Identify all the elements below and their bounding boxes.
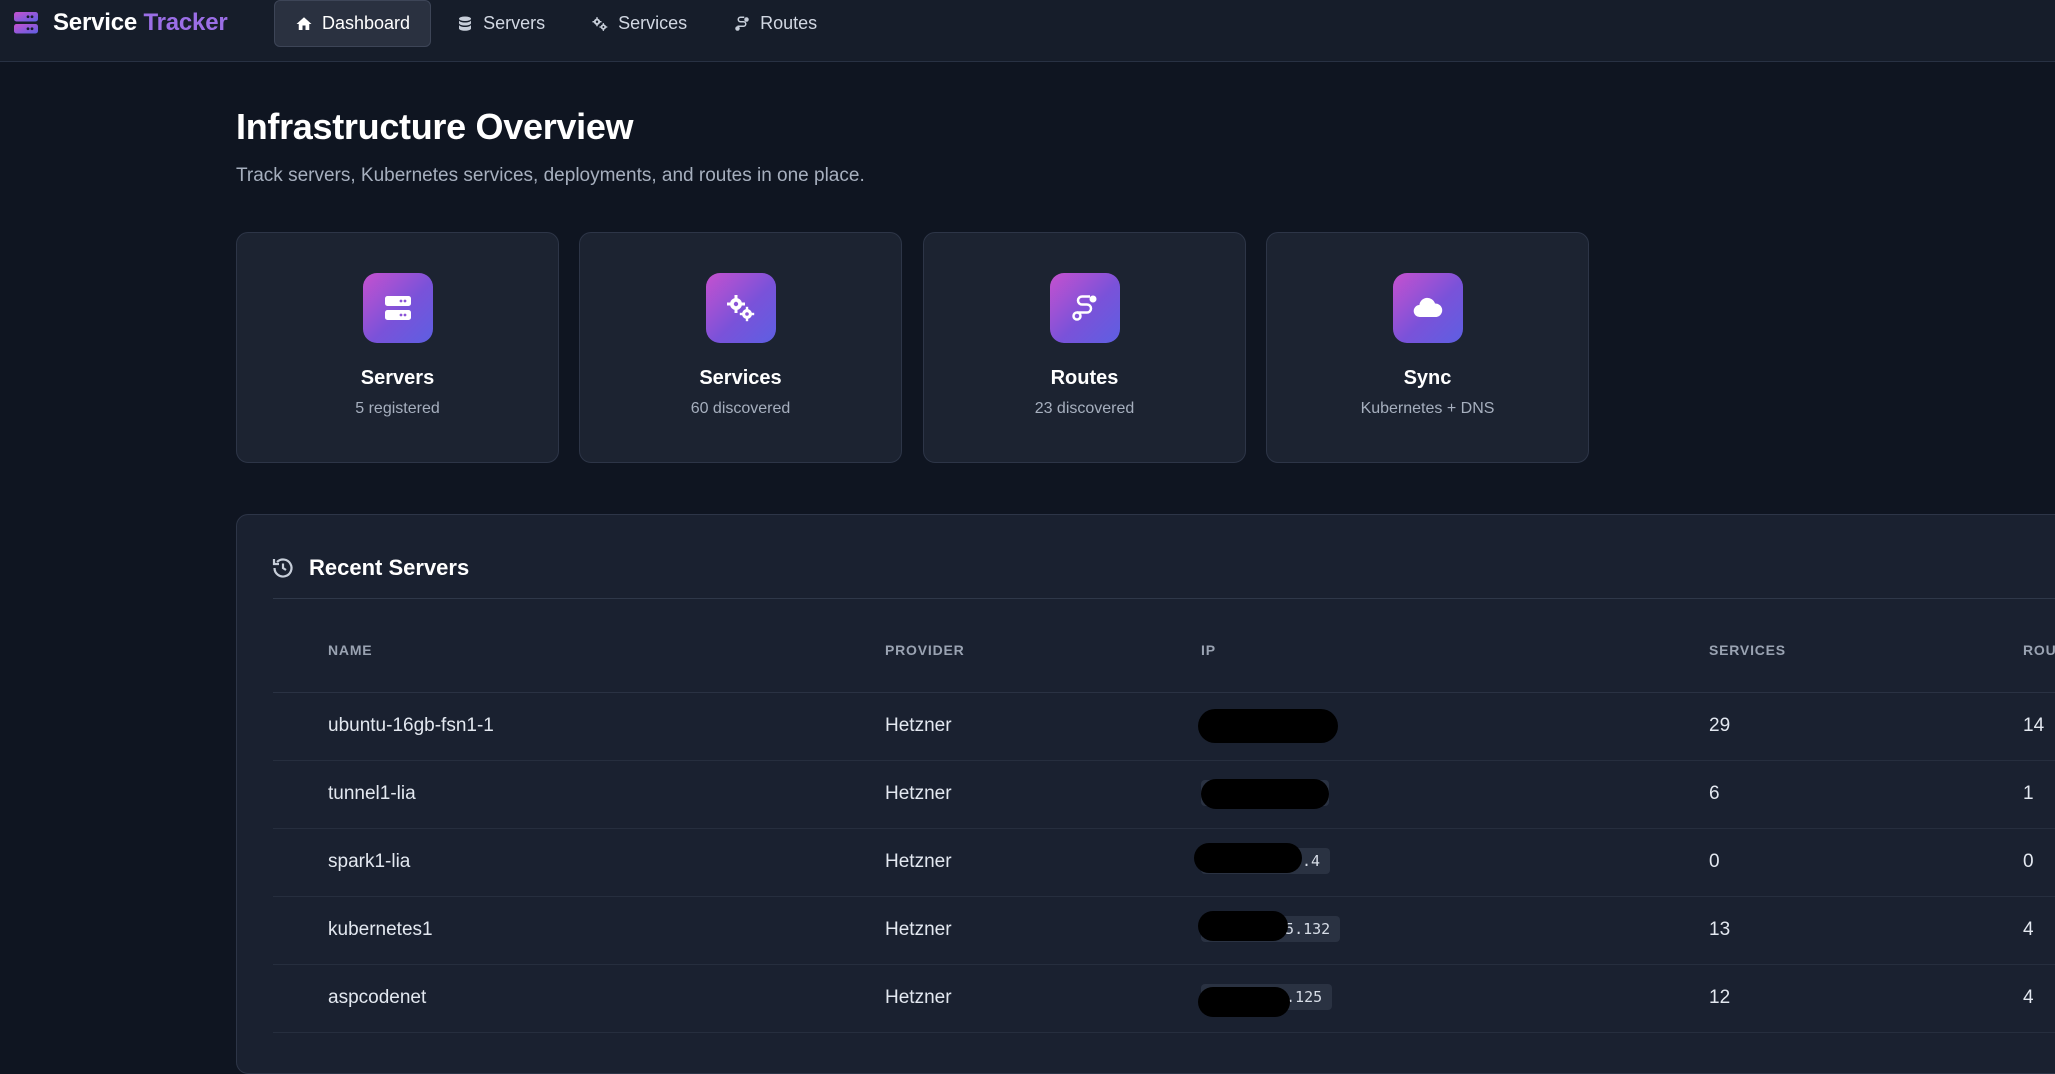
table-row[interactable]: spark1-lia Hetzner 0.4 0 0 [273,829,2055,897]
card-subtitle: 5 registered [355,400,440,417]
redaction-mark [1194,843,1302,873]
brand-logo[interactable]: Service Tracker [13,8,228,38]
column-header-routes[interactable]: ROUTES [2023,642,2055,658]
route-icon [1071,295,1096,321]
server-routes-count: 0 [2023,851,2034,872]
gears-icon [592,16,608,31]
table-header: NAME PROVIDER IP SERVICES ROUTES [273,630,2055,693]
card-icon-box [1392,273,1463,343]
server-routes-count: 4 [2023,987,2034,1008]
brand-name: Service Tracker [53,9,228,37]
server-provider: Hetzner [885,851,952,872]
nav-servers-label: Servers [483,13,546,33]
server-services-count: 0 [1709,851,1720,872]
server-services-count: 6 [1709,783,1720,804]
nav-routes[interactable]: Routes [712,0,838,47]
server-name[interactable]: tunnel1-lia [328,783,416,805]
redaction-mark [1198,987,1290,1017]
server-provider: Hetzner [885,715,952,736]
column-header-name[interactable]: NAME [328,642,372,658]
column-header-services[interactable]: SERVICES [1709,642,1786,658]
server-name[interactable]: spark1-lia [328,851,410,873]
nav-services[interactable]: Services [570,0,708,47]
card-subtitle: 60 discovered [690,400,791,417]
cloud-icon [1413,297,1442,318]
server-name[interactable]: ubuntu-16gb-fsn1-1 [328,715,494,737]
card-subtitle: Kubernetes + DNS [1360,400,1495,417]
route-icon [735,16,749,31]
server-services-count: 29 [1709,715,1731,736]
card-services[interactable]: Services 60 discovered [579,232,902,463]
redaction-mark [1201,779,1329,809]
server-services-count: 12 [1709,987,1731,1008]
panel-title: Recent Servers [309,555,470,580]
card-title: Servers [360,367,435,389]
home-icon [296,16,312,30]
brand-word-service: Service [53,9,138,36]
server-routes-count: 4 [2023,919,2034,940]
table-row[interactable]: ubuntu-16gb-fsn1-1 Hetzner 29 14 [273,693,2055,761]
card-icon-box [705,273,776,343]
server-services-count: 13 [1709,919,1731,940]
page-subtitle: Track servers, Kubernetes services, depl… [236,165,865,186]
redaction-mark [1198,709,1338,743]
main-nav: Dashboard Servers Services Routes [274,0,842,47]
brand-word-tracker: Tracker [143,9,228,36]
nav-routes-label: Routes [760,13,818,33]
card-icon-box [1049,273,1120,343]
card-servers[interactable]: Servers 5 registered [236,232,559,463]
server-provider: Hetzner [885,783,952,804]
table-row[interactable]: kubernetes1 Hetzner 145.132 13 4 [273,897,2055,965]
top-navigation-bar: Service Tracker Dashboard Servers Servic… [0,0,2055,62]
column-header-ip[interactable]: IP [1201,642,1216,658]
card-routes[interactable]: Routes 23 discovered [923,232,1246,463]
server-name[interactable]: kubernetes1 [328,919,433,941]
redaction-mark [1198,911,1288,941]
column-header-provider[interactable]: PROVIDER [885,642,965,658]
card-icon-box [362,273,433,343]
server-routes-count: 1 [2023,783,2034,804]
nav-services-label: Services [618,13,688,33]
nav-dashboard[interactable]: Dashboard [274,0,432,47]
recent-servers-panel: Recent Servers NAME PROVIDER IP SERVICES… [236,514,2055,1074]
nav-dashboard-label: Dashboard [322,13,411,33]
server-provider: Hetzner [885,919,952,940]
panel-header: Recent Servers [271,555,469,581]
gears-icon [726,295,754,322]
server-provider: Hetzner [885,987,952,1008]
server-name[interactable]: aspcodenet [328,987,426,1009]
card-title: Sync [1403,367,1452,389]
nav-servers[interactable]: Servers [435,0,566,47]
server-icon [384,296,411,320]
table-row[interactable]: aspcodenet Hetzner 0.125 12 4 [273,965,2055,1033]
server-routes-count: 14 [2023,715,2045,736]
card-subtitle: 23 discovered [1034,400,1135,417]
card-sync[interactable]: Sync Kubernetes + DNS [1266,232,1589,463]
divider [273,598,2055,599]
database-icon [459,16,472,31]
card-title: Routes [1050,367,1119,389]
table-row[interactable]: tunnel1-lia Hetzner 06 6 1 [273,761,2055,829]
page-title: Infrastructure Overview [236,106,634,147]
card-title: Services [699,367,782,389]
server-icon [14,12,38,34]
history-icon [272,558,293,578]
